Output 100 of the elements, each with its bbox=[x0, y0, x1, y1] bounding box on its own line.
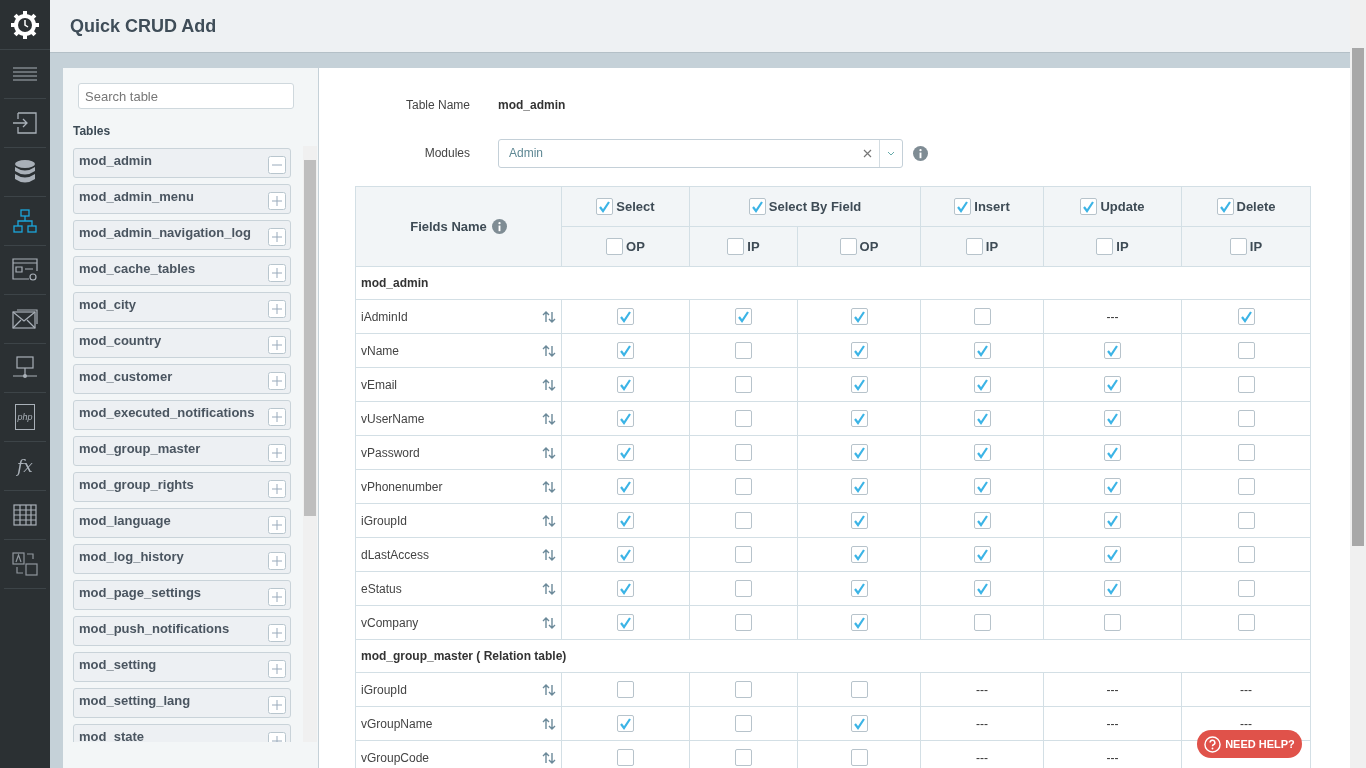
checkbox[interactable] bbox=[1237, 546, 1255, 563]
table-list-item[interactable]: mod_push_notifications bbox=[73, 616, 291, 646]
search-field[interactable]: Search table bbox=[78, 83, 294, 109]
checkbox[interactable] bbox=[748, 198, 766, 215]
caret-icon[interactable] bbox=[887, 150, 895, 156]
table-list-item[interactable]: mod_city bbox=[73, 292, 291, 322]
sort-icon[interactable] bbox=[542, 378, 556, 391]
checkbox[interactable] bbox=[617, 580, 634, 597]
modules-select[interactable]: Admin bbox=[498, 138, 903, 168]
checkbox[interactable] bbox=[1237, 478, 1255, 495]
checkbox[interactable] bbox=[973, 546, 991, 563]
checkbox[interactable] bbox=[1104, 478, 1121, 495]
checkbox[interactable] bbox=[617, 376, 634, 393]
checkbox[interactable] bbox=[727, 238, 745, 255]
checkbox[interactable] bbox=[1104, 342, 1121, 359]
sidebar-item[interactable]: fx bbox=[4, 442, 46, 491]
checkbox[interactable] bbox=[1104, 580, 1121, 597]
checkbox[interactable] bbox=[617, 715, 634, 732]
expand-icon[interactable] bbox=[268, 552, 286, 570]
checkbox[interactable] bbox=[850, 749, 868, 766]
sort-icon[interactable] bbox=[542, 480, 556, 493]
sort-icon[interactable] bbox=[542, 616, 556, 629]
checkbox[interactable] bbox=[850, 410, 868, 427]
checkbox[interactable] bbox=[850, 580, 868, 597]
checkbox[interactable] bbox=[1104, 410, 1121, 427]
table-list-item[interactable]: mod_setting_lang bbox=[73, 688, 291, 718]
table-list-item[interactable]: mod_admin_menu bbox=[73, 184, 291, 214]
table-list-item[interactable]: mod_admin bbox=[73, 148, 291, 178]
checkbox[interactable] bbox=[617, 681, 634, 698]
expand-icon[interactable] bbox=[268, 300, 286, 318]
checkbox[interactable] bbox=[965, 238, 983, 255]
checkbox[interactable] bbox=[617, 444, 634, 461]
checkbox[interactable] bbox=[1237, 410, 1255, 427]
sort-icon[interactable] bbox=[542, 514, 556, 527]
expand-icon[interactable] bbox=[268, 372, 286, 390]
checkbox[interactable] bbox=[735, 681, 752, 698]
clear-icon[interactable] bbox=[863, 148, 872, 158]
checkbox[interactable] bbox=[850, 308, 868, 325]
checkbox[interactable] bbox=[850, 376, 868, 393]
checkbox[interactable] bbox=[973, 512, 991, 529]
table-list-item[interactable]: mod_admin_navigation_log bbox=[73, 220, 291, 250]
checkbox[interactable] bbox=[606, 238, 624, 255]
checkbox[interactable] bbox=[1237, 614, 1255, 631]
checkbox[interactable] bbox=[850, 478, 868, 495]
expand-icon[interactable] bbox=[268, 588, 286, 606]
checkbox[interactable] bbox=[954, 198, 972, 215]
checkbox[interactable] bbox=[1237, 512, 1255, 529]
checkbox[interactable] bbox=[617, 308, 634, 325]
checkbox[interactable] bbox=[850, 546, 868, 563]
sort-icon[interactable] bbox=[542, 446, 556, 459]
table-list-item[interactable]: mod_executed_notifications bbox=[73, 400, 291, 430]
expand-icon[interactable] bbox=[268, 408, 286, 426]
sort-icon[interactable] bbox=[542, 310, 556, 323]
info-icon[interactable] bbox=[913, 145, 928, 161]
checkbox[interactable] bbox=[1104, 614, 1121, 631]
expand-icon[interactable] bbox=[268, 624, 286, 642]
sort-icon[interactable] bbox=[542, 412, 556, 425]
expand-icon[interactable] bbox=[268, 444, 286, 462]
table-list-item[interactable]: mod_country bbox=[73, 328, 291, 358]
checkbox[interactable] bbox=[1237, 376, 1255, 393]
checkbox[interactable] bbox=[1104, 444, 1121, 461]
expand-icon[interactable] bbox=[268, 480, 286, 498]
expand-icon[interactable] bbox=[268, 228, 286, 246]
checkbox[interactable] bbox=[973, 376, 991, 393]
checkbox[interactable] bbox=[735, 444, 752, 461]
checkbox[interactable] bbox=[617, 749, 634, 766]
checkbox[interactable] bbox=[973, 580, 991, 597]
checkbox[interactable] bbox=[735, 512, 752, 529]
checkbox[interactable] bbox=[735, 376, 752, 393]
checkbox[interactable] bbox=[1237, 444, 1255, 461]
checkbox[interactable] bbox=[617, 342, 634, 359]
checkbox[interactable] bbox=[1104, 546, 1121, 563]
sort-icon[interactable] bbox=[542, 582, 556, 595]
checkbox[interactable] bbox=[973, 444, 991, 461]
checkbox[interactable] bbox=[1237, 342, 1255, 359]
checkbox[interactable] bbox=[973, 342, 991, 359]
sort-icon[interactable] bbox=[542, 548, 556, 561]
checkbox[interactable] bbox=[973, 410, 991, 427]
checkbox[interactable] bbox=[617, 410, 634, 427]
checkbox[interactable] bbox=[1080, 198, 1098, 215]
checkbox[interactable] bbox=[735, 308, 752, 325]
checkbox[interactable] bbox=[735, 614, 752, 631]
expand-icon[interactable] bbox=[268, 516, 286, 534]
checkbox[interactable] bbox=[735, 546, 752, 563]
checkbox[interactable] bbox=[1096, 238, 1114, 255]
table-list-item[interactable]: mod_setting bbox=[73, 652, 291, 682]
table-list-item[interactable]: mod_group_rights bbox=[73, 472, 291, 502]
sort-icon[interactable] bbox=[542, 717, 556, 730]
checkbox[interactable] bbox=[617, 512, 634, 529]
checkbox[interactable] bbox=[1216, 198, 1234, 215]
checkbox[interactable] bbox=[735, 749, 752, 766]
checkbox[interactable] bbox=[735, 342, 752, 359]
checkbox[interactable] bbox=[1104, 512, 1121, 529]
scrollbar[interactable] bbox=[303, 146, 317, 742]
checkbox[interactable] bbox=[1237, 580, 1255, 597]
checkbox[interactable] bbox=[973, 308, 991, 325]
checkbox[interactable] bbox=[1229, 238, 1247, 255]
table-list-item[interactable]: mod_page_settings bbox=[73, 580, 291, 610]
checkbox[interactable] bbox=[850, 614, 868, 631]
checkbox[interactable] bbox=[735, 715, 752, 732]
